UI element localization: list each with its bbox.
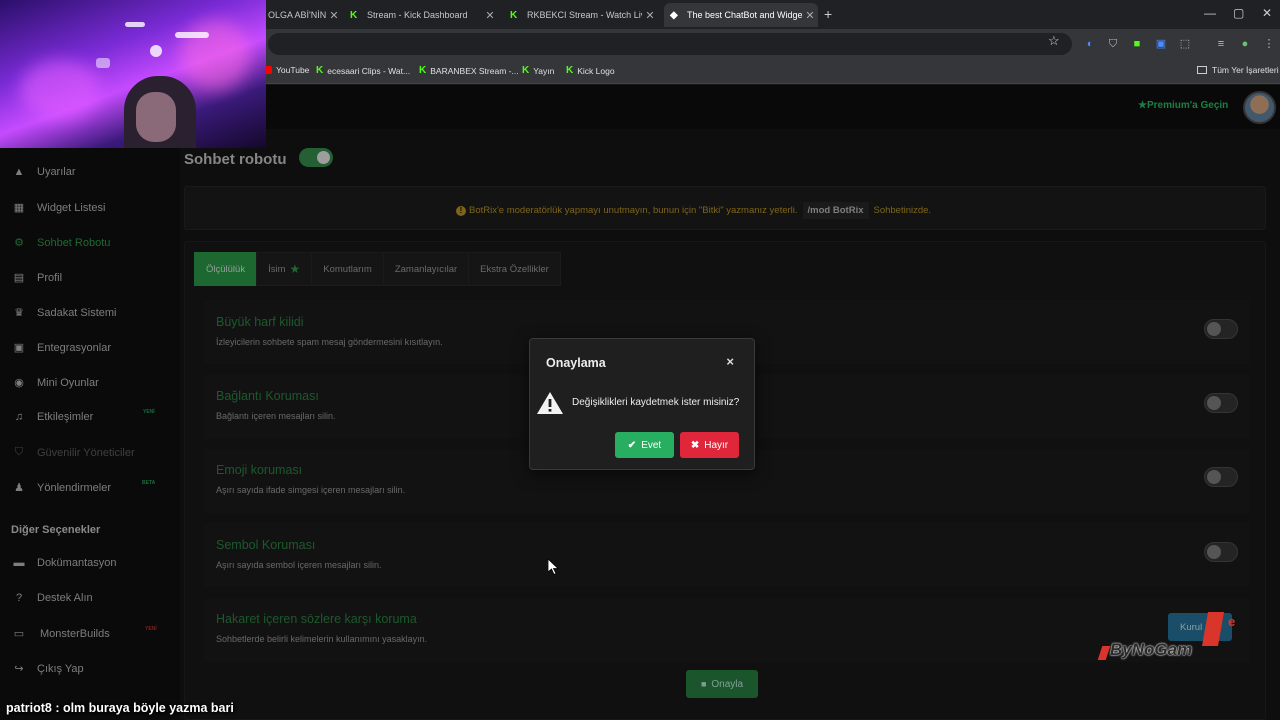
extension-icon[interactable]: ◖ — [1082, 37, 1096, 51]
watermark-logo: ByNoGam — [1110, 640, 1193, 659]
browser-tab[interactable]: K Stream - Kick Dashboard ✕ — [344, 3, 498, 27]
stream-chat-message: patriot8 : olm buraya böyle yazma bari — [6, 701, 234, 715]
webcam-light — [150, 45, 162, 57]
kick-icon: K — [510, 9, 518, 21]
media-icon[interactable]: ≡ — [1214, 37, 1228, 51]
webcam-glow — [20, 60, 100, 120]
bookmark-item[interactable]: K Kick Logo — [566, 65, 615, 76]
watermark-sup: e — [1228, 614, 1236, 629]
webcam-light — [175, 32, 209, 38]
mouse-cursor-icon — [548, 559, 560, 575]
screen: OLGA ABİ'NİN \ ✕ K Stream - Kick Dashboard… — [0, 0, 1280, 720]
maximize-icon[interactable]: ▢ — [1233, 6, 1244, 20]
browser-tab[interactable]: OLGA ABİ'NİN \ ✕ — [262, 3, 342, 27]
confirm-dialog: Onaylama × Değişiklikleri kaydetmek iste… — [529, 338, 755, 470]
bookmark-item[interactable]: Kecesaari Clips - Wat... — [316, 65, 410, 76]
browser-tab[interactable]: KRKBEKCI Stream - Watch Live o✕ — [504, 3, 658, 27]
new-tab-icon[interactable]: + — [824, 6, 832, 22]
dialog-message: Değişiklikleri kaydetmek ister misiniz? — [572, 397, 740, 408]
bookmark-star-icon[interactable]: ☆ — [1048, 33, 1060, 49]
yes-button[interactable]: ✔ Evet — [615, 432, 674, 458]
kick-icon: K — [419, 65, 427, 76]
bookmark-youtube[interactable]: YouTube — [262, 65, 309, 75]
webcam-light — [96, 58, 110, 68]
no-button[interactable]: ✖ Hayır — [680, 432, 739, 458]
browser-tab-active[interactable]: ◆ The best ChatBot and Widgets ✕ — [664, 3, 818, 27]
botrix-icon: ◆ — [670, 9, 678, 21]
kick-icon: K — [566, 65, 574, 76]
url-input[interactable] — [268, 33, 1072, 55]
all-bookmarks[interactable]: Tüm Yer İşaretleri — [1197, 65, 1279, 75]
chat-text: : olm buraya böyle yazma bari — [51, 701, 234, 715]
tab-close-icon[interactable]: ✕ — [326, 9, 342, 22]
close-icon[interactable]: × — [726, 354, 734, 369]
warning-icon — [537, 392, 563, 414]
webcam-light — [125, 22, 145, 27]
webcam-glow — [180, 20, 250, 90]
extension-icon[interactable]: ▣ — [1154, 37, 1168, 51]
x-icon: ✖ — [690, 439, 700, 451]
webcam-overlay — [0, 0, 266, 148]
tab-close-icon[interactable]: ✕ — [642, 9, 658, 22]
tab-close-icon[interactable]: ✕ — [482, 9, 498, 22]
streamer-face — [136, 92, 176, 142]
puzzle-icon[interactable]: ⬚ — [1178, 37, 1192, 51]
kick-icon: K — [350, 9, 358, 21]
shield-extension-icon[interactable]: ⛉ — [1106, 37, 1120, 51]
tab-close-icon[interactable]: ✕ — [802, 9, 818, 22]
profile-icon[interactable]: ● — [1238, 37, 1252, 51]
bookmark-item[interactable]: K BARANBEX Stream -... — [419, 65, 519, 76]
window-close-icon[interactable]: ✕ — [1262, 6, 1272, 20]
minimize-icon[interactable]: — — [1204, 6, 1216, 20]
extension-icon[interactable]: ■ — [1130, 37, 1144, 51]
bookmark-item[interactable]: K Yayın — [522, 65, 554, 76]
check-icon: ✔ — [627, 439, 637, 451]
chat-username: patriot8 — [6, 701, 52, 715]
dialog-title: Onaylama — [546, 356, 606, 370]
menu-icon[interactable]: ⋮ — [1262, 37, 1276, 51]
kick-icon: K — [316, 65, 324, 76]
kick-icon: K — [522, 65, 530, 76]
folder-icon — [1197, 66, 1207, 74]
